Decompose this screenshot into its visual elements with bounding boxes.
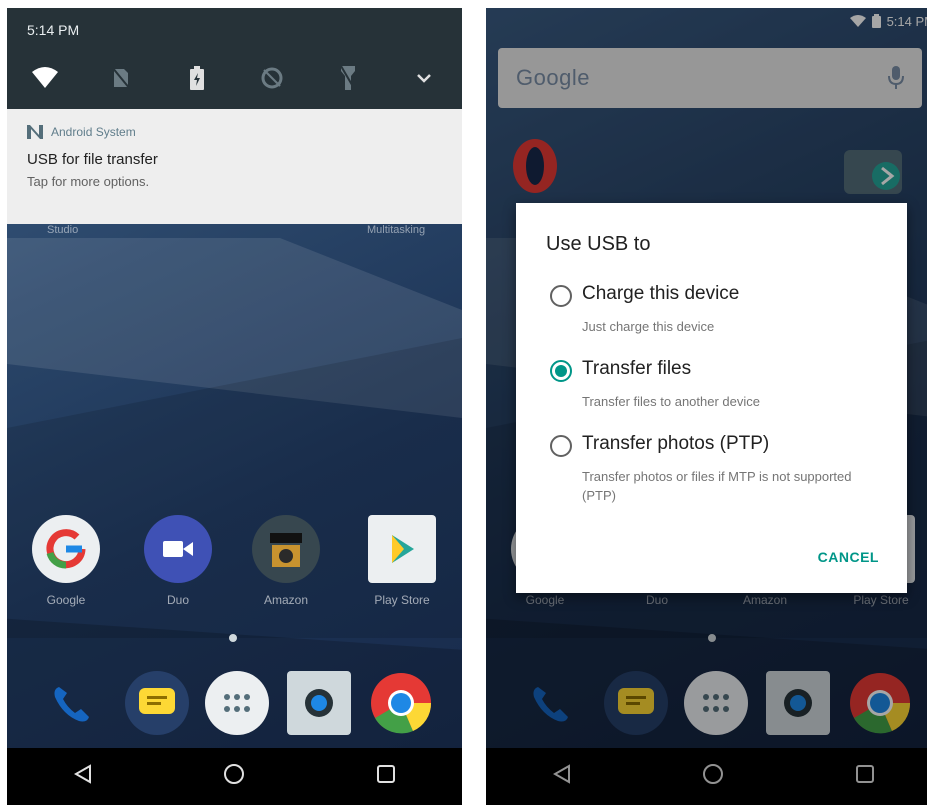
hidden-widget-labels: Studio Multitasking — [7, 224, 462, 238]
option-label: Transfer photos (PTP) — [582, 433, 770, 454]
no-sim-icon[interactable] — [107, 64, 135, 92]
chrome-icon[interactable] — [369, 671, 433, 735]
app-label: Play Store — [374, 593, 430, 607]
radio-button[interactable] — [550, 435, 572, 457]
radio-button-selected[interactable] — [550, 360, 572, 382]
hidden-label: Studio — [47, 224, 79, 236]
usb-notification[interactable]: Android System USB for file transfer Tap… — [7, 109, 462, 224]
notification-title: USB for file transfer — [27, 151, 158, 168]
dnd-icon[interactable] — [258, 64, 286, 92]
left-phone-screen: 5:14 PM Android System USB for file tran… — [7, 8, 462, 805]
app-label: Google — [46, 593, 86, 607]
notification-shade: 5:14 PM — [7, 8, 462, 109]
notification-text: Tap for more options. — [27, 174, 150, 189]
phone-icon[interactable] — [39, 671, 103, 735]
option-label: Transfer files — [582, 358, 692, 379]
camera-icon[interactable] — [287, 671, 351, 735]
dialog-title: Use USB to — [546, 233, 651, 255]
recents-icon[interactable] — [375, 763, 397, 790]
duo-app-icon — [144, 515, 212, 583]
app-label: Duo — [166, 593, 189, 607]
app-google[interactable]: Google — [21, 515, 111, 607]
cancel-button[interactable]: CANCEL — [818, 549, 879, 565]
app-label: Amazon — [263, 593, 309, 607]
navigation-bar — [7, 748, 462, 805]
hidden-label: Multitasking — [367, 224, 426, 236]
right-phone-screen: 5:14 PM Google Google Duo Amazon Play St… — [486, 8, 927, 805]
notification-app-name: Android System — [51, 125, 136, 139]
back-icon[interactable] — [72, 763, 94, 790]
page-indicator — [229, 634, 237, 642]
app-amazon[interactable]: Amazon — [241, 515, 331, 607]
radio-button[interactable] — [550, 285, 572, 307]
option-description: Just charge this device — [582, 319, 715, 334]
messages-icon[interactable] — [125, 671, 189, 735]
app-duo[interactable]: Duo — [133, 515, 223, 607]
quick-settings-row — [7, 58, 462, 98]
option-description: Transfer photos or files if MTP is not s… — [582, 469, 852, 503]
battery-icon[interactable] — [183, 64, 211, 92]
chevron-down-icon[interactable] — [410, 64, 438, 92]
option-description: Transfer files to another device — [582, 394, 760, 409]
wifi-icon[interactable] — [31, 64, 59, 92]
app-drawer-icon[interactable] — [205, 671, 269, 735]
home-icon[interactable] — [223, 763, 245, 790]
usb-mode-dialog: Use USB to Charge this device Just charg… — [516, 203, 907, 593]
status-time: 5:14 PM — [27, 22, 80, 38]
google-app-icon — [32, 515, 100, 583]
option-label: Charge this device — [582, 283, 740, 304]
app-play-store[interactable]: Play Store — [357, 515, 447, 607]
play-store-app-icon — [368, 515, 436, 583]
notification-header: Android System — [27, 125, 442, 139]
android-n-icon — [27, 125, 43, 139]
amazon-app-icon — [252, 515, 320, 583]
flashlight-icon[interactable] — [334, 64, 362, 92]
